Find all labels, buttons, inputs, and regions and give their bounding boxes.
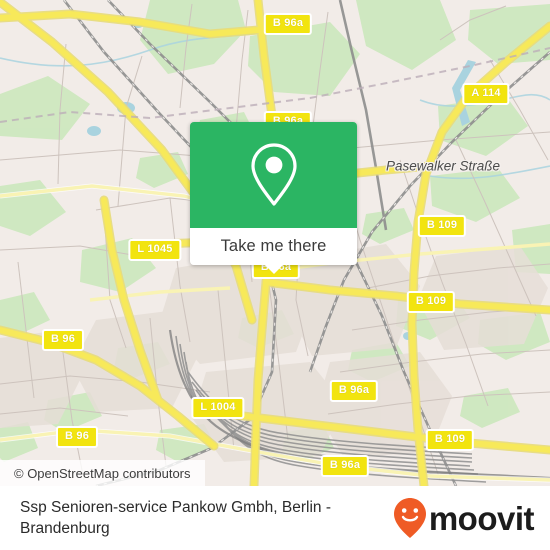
road-shield: B 109 — [417, 215, 467, 237]
road-shield: L 1004 — [191, 397, 245, 419]
popup-pin-panel — [190, 122, 357, 228]
moovit-wordmark: moovit — [428, 499, 535, 537]
location-popup-card[interactable]: Take me there — [190, 122, 357, 274]
road-shield: B 96a — [320, 455, 370, 477]
map-pin-icon — [250, 143, 297, 206]
map-canvas[interactable]: B 96a A 114 B 96a B 109 L 1045 B 96a B 1… — [0, 0, 550, 486]
road-shield: B 96 — [55, 426, 99, 448]
moovit-logo[interactable]: moovit — [393, 497, 535, 539]
moovit-pin-icon — [393, 498, 426, 538]
road-shield: L 1045 — [128, 239, 182, 261]
attribution-text: © OpenStreetMap contributors — [14, 465, 191, 481]
road-shield: A 114 — [462, 83, 510, 105]
take-me-there-label: Take me there — [220, 237, 327, 255]
popup-cta-panel[interactable]: Take me there — [190, 228, 357, 274]
street-label-pasewalker-strasse: Pasewalker Straße — [385, 158, 501, 174]
road-shield: B 96a — [263, 13, 313, 35]
map-attribution[interactable]: © OpenStreetMap contributors — [0, 460, 205, 486]
screenshot-root: B 96a A 114 B 96a B 109 L 1045 B 96a B 1… — [0, 0, 550, 550]
road-shield: B 96 — [41, 329, 85, 351]
road-shield: B 109 — [406, 291, 456, 313]
popup-pointer-tail — [264, 265, 283, 274]
road-shield: B 109 — [425, 429, 475, 451]
place-title: Ssp Senioren-service Pankow Gmbh, Berlin… — [20, 498, 331, 537]
road-shield: B 96a — [329, 380, 379, 402]
bottom-info-bar: Ssp Senioren-service Pankow Gmbh, Berlin… — [0, 486, 550, 550]
